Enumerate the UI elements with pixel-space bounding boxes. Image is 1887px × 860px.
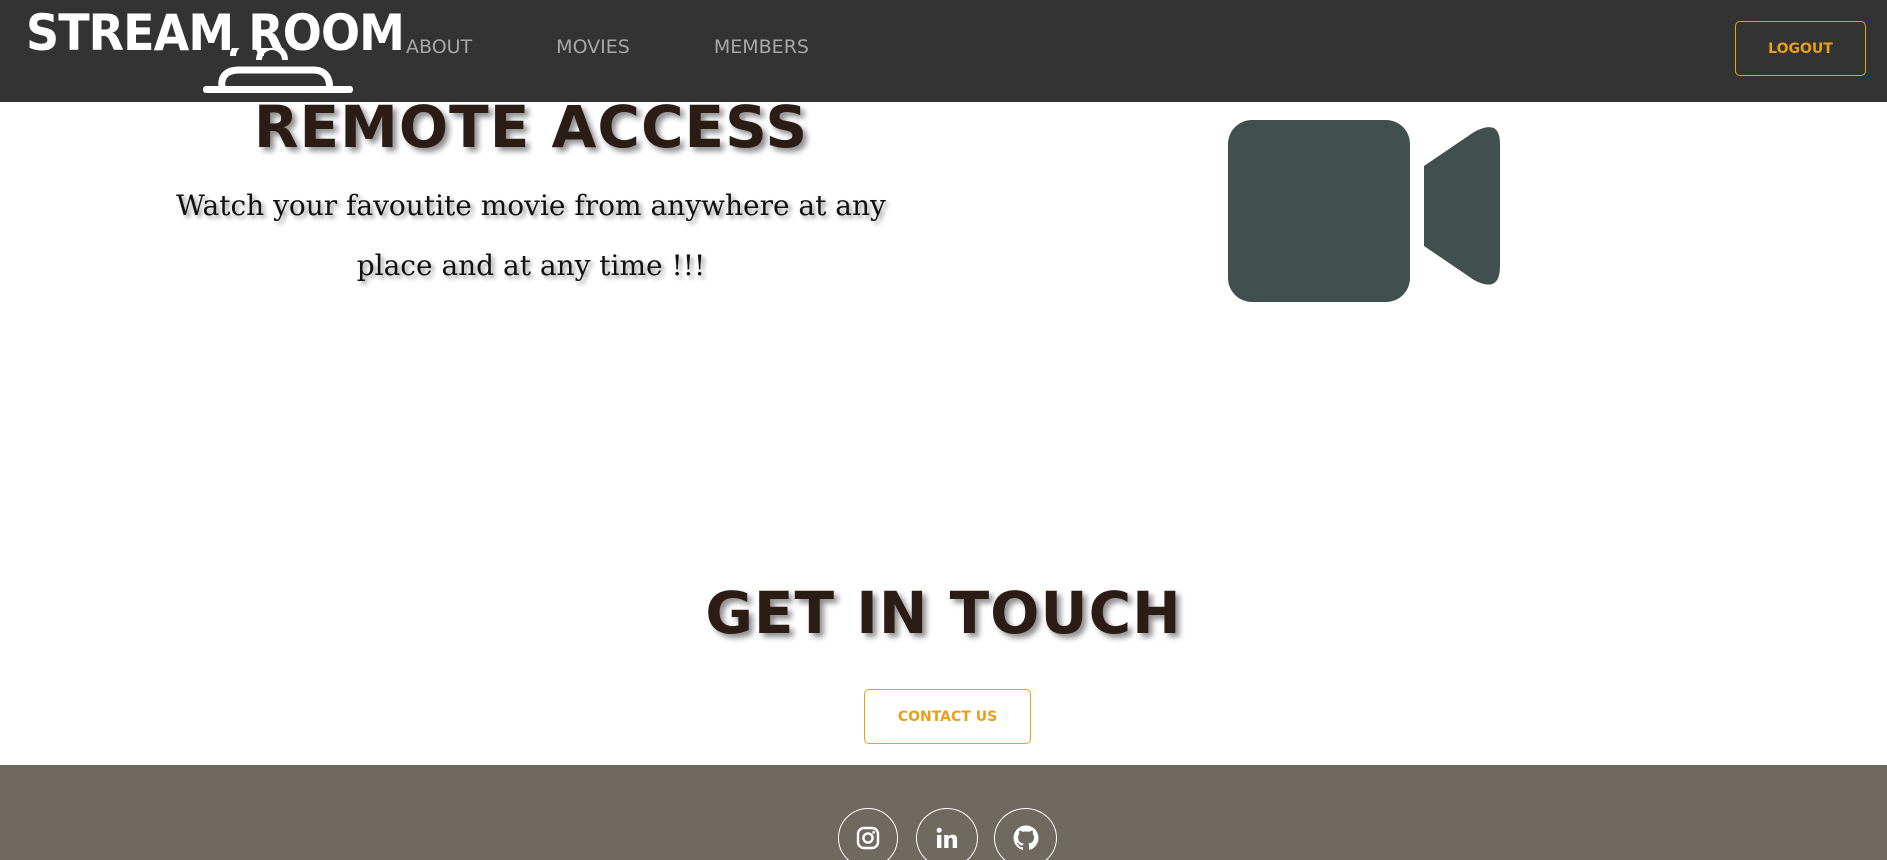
footer [0,765,1887,860]
contact-us-button[interactable]: CONTACT US [864,689,1031,744]
navbar: STREAM ROOM ABOUT MOVIES MEMBERS LOGOUT [0,0,1887,102]
github-icon [1013,825,1038,850]
logout-button[interactable]: LOGOUT [1735,21,1866,76]
video-camera-icon [1228,120,1500,302]
instagram-link[interactable] [838,808,898,860]
linkedin-link[interactable] [916,808,978,860]
nav-members-link[interactable]: MEMBERS [714,36,809,58]
remote-access-title: REMOTE ACCESS [253,93,809,161]
instagram-icon [856,826,880,850]
linkedin-icon [936,827,958,848]
stream-room-logo[interactable]: STREAM ROOM [26,8,405,93]
get-in-touch-title: GET IN TOUCH [705,579,1182,647]
github-link[interactable] [994,808,1057,860]
nav-links: ABOUT MOVIES MEMBERS [406,36,893,58]
nav-movies-link[interactable]: MOVIES [556,36,630,58]
remote-access-description: Watch your favoutite movie from anywhere… [176,189,886,282]
logo-people-icon [203,48,353,93]
nav-about-link[interactable]: ABOUT [406,36,472,58]
